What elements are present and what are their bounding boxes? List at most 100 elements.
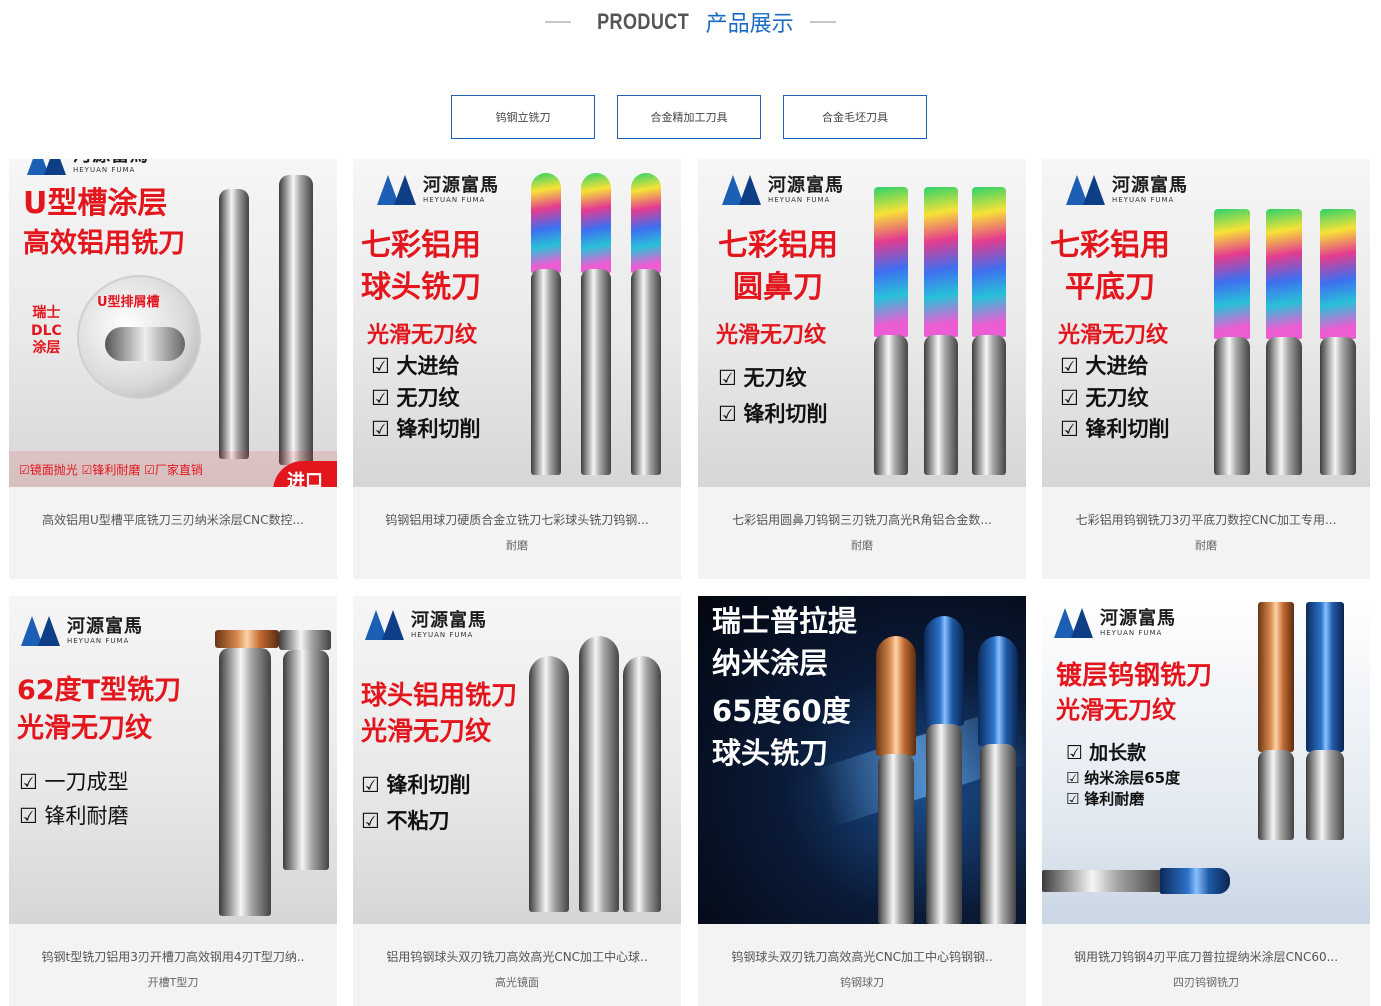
end-mill-head <box>1258 602 1294 752</box>
end-mill-head <box>924 187 958 337</box>
checklist-item: 无刀纹 <box>371 383 481 415</box>
promo-headline: 瑞士普拉提 纳米涂层 65度60度 球头铣刀 <box>712 600 857 774</box>
brand-name-en: HEYUAN FUMA <box>768 195 831 204</box>
ball-end-mill <box>623 656 661 912</box>
t-slot-cutter <box>283 650 329 870</box>
zoom-callout: U型排屑槽 <box>77 275 201 399</box>
checklist-item: 锋利切削 <box>718 397 828 433</box>
checklist-item: 大进给 <box>1060 351 1170 383</box>
brand-logo: 河源富馬HEYUAN FUMA <box>27 159 149 175</box>
headline-line: 七彩铝用 <box>718 228 838 263</box>
product-title[interactable]: 七彩铝用钨钢铣刀3刃平底刀数控CNC加工专用... <box>1042 511 1370 528</box>
product-card-1[interactable]: 河源富馬HEYUAN FUMA U型槽涂层 高效铝用铣刀 U型排屑槽 瑞士 DL… <box>9 159 337 579</box>
end-mill-head <box>1266 209 1302 339</box>
product-card-4[interactable]: 河源富馬HEYUAN FUMA 七彩铝用 平底刀 光滑无刀纹 大进给 无刀纹 锋… <box>1042 159 1370 579</box>
product-tag: 开槽T型刀 <box>147 976 199 989</box>
end-mill-shank <box>924 335 958 475</box>
product-image[interactable]: 河源富馬HEYUAN FUMA 镀层钨钢铣刀 光滑无刀纹 加长款 纳米涂层65度… <box>1042 596 1370 924</box>
end-mill-shank <box>581 269 611 475</box>
product-card-7[interactable]: 瑞士普拉提 纳米涂层 65度60度 球头铣刀 钨钢球头双刃铣刀高效高光CNC加工… <box>698 596 1026 1006</box>
checklist-item: 无刀纹 <box>718 361 828 397</box>
tab-alloy-roughing-tools[interactable]: 合金毛坯刀具 <box>783 95 927 139</box>
tab-alloy-finishing-tools[interactable]: 合金精加工刀具 <box>617 95 761 139</box>
brand-name-cn: 河源富馬 <box>411 609 487 631</box>
coating-line: DLC <box>31 322 62 339</box>
brand-mark-icon <box>1066 175 1106 205</box>
product-image[interactable]: 河源富馬HEYUAN FUMA 七彩铝用 平底刀 光滑无刀纹 大进给 无刀纹 锋… <box>1042 159 1370 487</box>
end-mill-shank <box>1258 750 1294 840</box>
product-image[interactable]: 河源富馬HEYUAN FUMA 七彩铝用 球头铣刀 光滑无刀纹 大进给 无刀纹 … <box>353 159 681 487</box>
checklist-item: 纳米涂层65度 <box>1066 768 1180 790</box>
brand-logo: 河源富馬HEYUAN FUMA <box>365 610 487 640</box>
checklist-item: 无刀纹 <box>1060 383 1170 415</box>
product-tag: 耐磨 <box>506 539 528 552</box>
end-mill-head <box>631 173 661 273</box>
product-tag: 高光镜面 <box>495 976 539 989</box>
coating-line: 瑞士 <box>32 305 61 321</box>
coating-label: 瑞士 DLC 涂层 <box>31 305 62 358</box>
ball-end-mill-shank <box>980 744 1016 924</box>
brand-name-en: HEYUAN FUMA <box>423 195 486 204</box>
brand-name-cn: 河源富馬 <box>1112 174 1188 196</box>
title-divider-right <box>809 21 836 23</box>
product-title[interactable]: 铝用钨钢球头双刃铣刀高效高光CNC加工中心球.. <box>353 948 681 965</box>
brand-logo: 河源富馬HEYUAN FUMA <box>1066 175 1188 205</box>
product-image[interactable]: 瑞士普拉提 纳米涂层 65度60度 球头铣刀 <box>698 596 1026 924</box>
end-mill-head <box>1306 602 1344 752</box>
brand-name-cn: 河源富馬 <box>423 174 499 196</box>
brand-name-en: HEYUAN FUMA <box>67 636 130 645</box>
section-title-en: PRODUCT <box>597 9 690 34</box>
product-card-8[interactable]: 河源富馬HEYUAN FUMA 镀层钨钢铣刀 光滑无刀纹 加长款 纳米涂层65度… <box>1042 596 1370 1006</box>
brand-mark-icon <box>377 175 417 205</box>
headline-line: 光滑无刀纹 <box>1056 696 1176 725</box>
product-image[interactable]: 河源富馬HEYUAN FUMA 球头铝用铣刀 光滑无刀纹 锋利切削 不粘刀 <box>353 596 681 924</box>
product-title[interactable]: 钢用铣刀钨钢4刃平底刀普拉提纳米涂层CNC60... <box>1042 948 1370 965</box>
product-card-2[interactable]: 河源富馬HEYUAN FUMA 七彩铝用 球头铣刀 光滑无刀纹 大进给 无刀纹 … <box>353 159 681 579</box>
brand-name-cn: 河源富馬 <box>768 174 844 196</box>
feature-checklist: 大进给 无刀纹 锋利切削 <box>1060 351 1170 446</box>
end-mill-head <box>581 173 611 273</box>
headline-line: 光滑无刀纹 <box>17 712 152 744</box>
ball-end-mill-shank <box>878 754 914 924</box>
ball-end-mill-head <box>978 636 1018 746</box>
product-tag: 四刃钨钢铣刀 <box>1173 976 1239 989</box>
t-slot-head <box>215 630 279 648</box>
headline-line: 七彩铝用 <box>361 228 481 263</box>
product-tag: 耐磨 <box>1195 539 1217 552</box>
end-mill-head <box>874 187 908 337</box>
title-divider-left <box>545 21 572 23</box>
brand-name-cn: 河源富馬 <box>1100 607 1176 629</box>
ball-end-mill-head <box>876 636 916 756</box>
product-title[interactable]: 钨钢t型铣刀铝用3刃开槽刀高效钢用4刃T型刀纳.. <box>9 948 337 965</box>
product-image[interactable]: 河源富馬HEYUAN FUMA U型槽涂层 高效铝用铣刀 U型排屑槽 瑞士 DL… <box>9 159 337 487</box>
checklist-item: 大进给 <box>371 351 481 383</box>
product-image[interactable]: 河源富馬HEYUAN FUMA 七彩铝用 圆鼻刀 光滑无刀纹 无刀纹 锋利切削 <box>698 159 1026 487</box>
product-card-5[interactable]: 河源富馬HEYUAN FUMA 62度T型铣刀 光滑无刀纹 一刀成型 锋利耐磨 … <box>9 596 337 1006</box>
brand-mark-icon <box>27 159 67 175</box>
end-mill-shank <box>874 335 908 475</box>
headline-line: 纳米涂层 <box>712 646 829 681</box>
product-title[interactable]: 钨钢球头双刃铣刀高效高光CNC加工中心钨钢钢.. <box>698 948 1026 965</box>
product-title[interactable]: 钨钢铝用球刀硬质合金立铣刀七彩球头铣刀钨钢... <box>353 511 681 528</box>
brand-mark-icon <box>365 610 405 640</box>
brand-name-en: HEYUAN FUMA <box>411 630 474 639</box>
checklist-item: 锋利切削 <box>371 414 481 446</box>
section-title-cn: 产品展示 <box>705 12 794 37</box>
ball-end-mill-shank <box>926 724 962 924</box>
product-title[interactable]: 七彩铝用圆鼻刀钨钢三刃铣刀高光R角铝合金数... <box>698 511 1026 528</box>
product-title[interactable]: 高效铝用U型槽平底铣刀三刃纳米涂层CNC数控... <box>9 511 337 528</box>
tab-carbide-end-mill[interactable]: 钨钢立铣刀 <box>451 95 595 139</box>
product-image[interactable]: 河源富馬HEYUAN FUMA 62度T型铣刀 光滑无刀纹 一刀成型 锋利耐磨 <box>9 596 337 924</box>
checklist-item: 锋利切削 <box>1060 414 1170 446</box>
checklist-item: 加长款 <box>1066 740 1180 768</box>
long-end-mill-shank <box>1042 870 1162 892</box>
checklist-item: 锋利切削 <box>361 768 471 804</box>
t-slot-head <box>279 630 331 650</box>
product-card-3[interactable]: 河源富馬HEYUAN FUMA 七彩铝用 圆鼻刀 光滑无刀纹 无刀纹 锋利切削 … <box>698 159 1026 579</box>
headline-line: 高效铝用铣刀 <box>23 228 185 259</box>
ball-end-mill-head <box>924 616 964 726</box>
headline-line: 镀层钨钢铣刀 <box>1056 661 1213 691</box>
promo-headline: 七彩铝用 平底刀 <box>1050 225 1170 309</box>
product-card-6[interactable]: 河源富馬HEYUAN FUMA 球头铝用铣刀 光滑无刀纹 锋利切削 不粘刀 铝用… <box>353 596 681 1006</box>
end-mill-shank <box>631 269 661 475</box>
